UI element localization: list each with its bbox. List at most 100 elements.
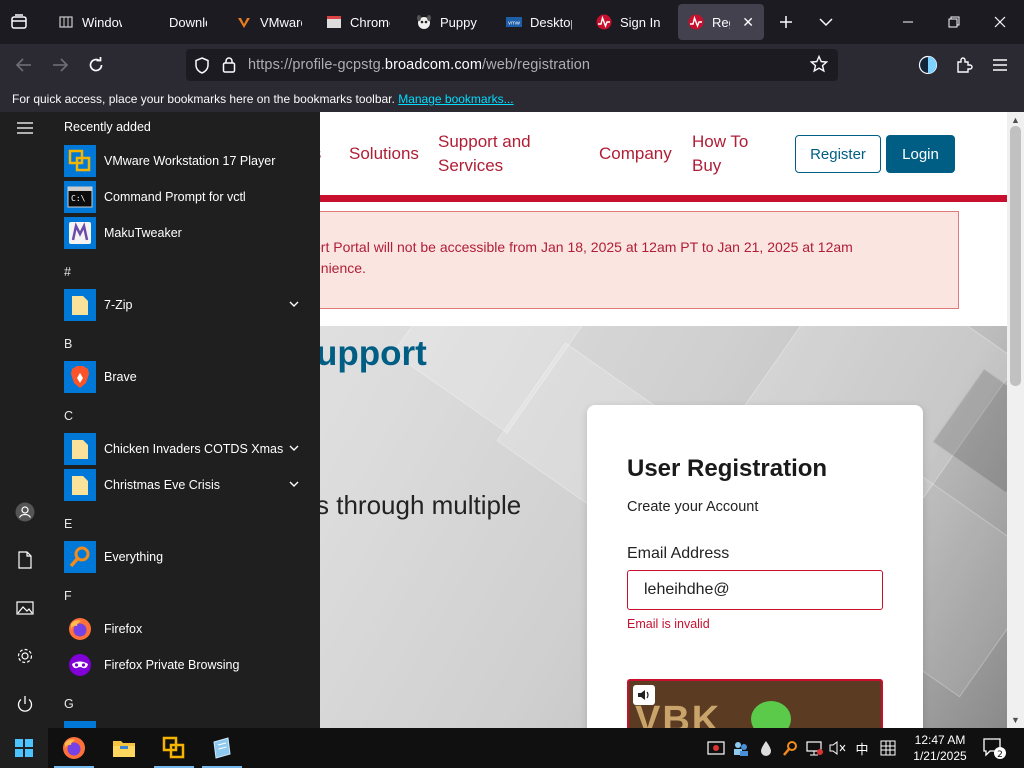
tab-puppy[interactable]: Puppy — [406, 4, 490, 40]
action-center-icon[interactable]: 2 — [982, 736, 1006, 760]
group-header-g[interactable]: G — [64, 697, 74, 711]
chevron-down-icon[interactable] — [288, 297, 302, 311]
back-icon[interactable] — [12, 53, 36, 77]
vmware-workstation-icon — [64, 145, 96, 177]
system-clock[interactable]: 12:47 AM 1/21/2025 — [908, 732, 972, 764]
user-account-icon[interactable] — [13, 500, 37, 524]
group-header-e[interactable]: E — [64, 517, 72, 531]
forward-icon[interactable] — [48, 53, 72, 77]
input-method-indicator[interactable]: 中 — [852, 738, 872, 758]
tab-windows[interactable]: Window — [48, 4, 132, 40]
everything-tray-icon[interactable] — [780, 738, 800, 758]
start-item-makutweaker[interactable]: MakuTweaker — [50, 215, 320, 251]
start-button[interactable] — [0, 728, 48, 768]
tab-title: Sign In — [620, 14, 661, 30]
tab-vmware[interactable]: VMware — [226, 4, 312, 40]
close-tab-icon[interactable]: ✕ — [742, 14, 754, 31]
expand-menu-icon[interactable] — [13, 116, 37, 140]
group-header-c[interactable]: C — [64, 409, 73, 423]
address-bar[interactable]: https://profile-gcpstg.broadcom.com/web/… — [186, 49, 838, 81]
security-tray-icon[interactable] — [706, 738, 726, 758]
extension-icon[interactable] — [916, 53, 940, 77]
volume-muted-icon[interactable] — [828, 738, 848, 758]
puppy-icon — [416, 14, 432, 30]
lock-icon[interactable] — [222, 56, 236, 78]
start-item-label: Firefox — [104, 622, 143, 636]
start-item-everything[interactable]: Everything — [50, 539, 320, 575]
scroll-up-icon[interactable]: ▲ — [1010, 115, 1021, 125]
start-item-command-prompt[interactable]: C:\ Command Prompt for vctl — [50, 179, 320, 215]
ime-mode-icon[interactable] — [878, 738, 898, 758]
hero-subtitle: s through multiple — [316, 490, 522, 520]
minimize-icon[interactable] — [896, 10, 920, 34]
new-tab-icon[interactable] — [774, 10, 798, 34]
drop-tray-icon[interactable] — [756, 738, 776, 758]
tab-title: Window — [82, 14, 122, 30]
folder-icon — [64, 433, 96, 465]
list-all-tabs-icon[interactable] — [814, 10, 838, 34]
tab-sign-in[interactable]: Sign In — [586, 4, 672, 40]
url-path: /web/registration — [482, 57, 591, 73]
notepad-icon — [213, 737, 231, 759]
tab-desktop[interactable]: vmw Desktop — [496, 4, 582, 40]
svg-text:C:\: C:\ — [71, 194, 86, 203]
windows-icon — [58, 14, 74, 30]
start-item-partial[interactable] — [50, 719, 320, 728]
group-header-f[interactable]: F — [64, 589, 72, 603]
shield-icon[interactable] — [194, 57, 210, 79]
taskbar-app[interactable] — [198, 728, 246, 768]
taskbar-vmware[interactable] — [150, 728, 198, 768]
start-item-label: 7-Zip — [104, 298, 133, 312]
chevron-down-icon[interactable] — [288, 477, 302, 491]
pictures-icon[interactable] — [13, 596, 37, 620]
extensions-puzzle-icon[interactable] — [952, 53, 976, 77]
restore-icon[interactable] — [942, 10, 966, 34]
tab-list-icon[interactable] — [10, 13, 28, 31]
start-item-firefox[interactable]: Firefox — [50, 611, 320, 647]
reload-icon[interactable] — [84, 53, 108, 77]
nav-support-services[interactable]: Support and Services — [438, 130, 531, 178]
email-field[interactable]: leheihdhe@ — [627, 570, 883, 610]
start-item-7zip[interactable]: 7-Zip — [50, 287, 320, 323]
start-item-firefox-private[interactable]: Firefox Private Browsing — [50, 647, 320, 683]
url-text[interactable]: https://profile-gcpstg.broadcom.com/web/… — [248, 57, 590, 73]
scroll-down-icon[interactable]: ▼ — [1010, 715, 1021, 725]
start-item-label: Firefox Private Browsing — [104, 658, 240, 672]
clock-date: 1/21/2025 — [913, 749, 967, 763]
group-header-hash[interactable]: # — [64, 265, 71, 279]
start-item-vmware-workstation[interactable]: VMware Workstation 17 Player — [50, 143, 320, 179]
start-item-brave[interactable]: Brave — [50, 359, 320, 395]
tab-chrome[interactable]: Chrome — [316, 4, 400, 40]
nav-company[interactable]: Company — [599, 142, 672, 166]
makutweaker-icon — [64, 217, 96, 249]
register-button[interactable]: Register — [795, 135, 881, 173]
chevron-down-icon[interactable] — [288, 441, 302, 455]
start-item-christmas-eve-crisis[interactable]: Christmas Eve Crisis — [50, 467, 320, 503]
nav-how-to-buy[interactable]: How To Buy — [692, 130, 748, 178]
close-window-icon[interactable] — [988, 10, 1012, 34]
power-icon[interactable] — [13, 692, 37, 716]
people-tray-icon[interactable] — [731, 738, 751, 758]
start-item-label: Brave — [104, 370, 137, 384]
tab-title: Downlo — [169, 14, 207, 30]
network-icon[interactable] — [804, 738, 824, 758]
documents-icon[interactable] — [13, 548, 37, 572]
captcha-audio-icon[interactable] — [633, 685, 655, 705]
taskbar-firefox[interactable] — [50, 728, 98, 768]
nav-solutions[interactable]: Solutions — [349, 142, 419, 166]
url-domain: broadcom.com — [384, 57, 483, 73]
tab-title: Chrome — [350, 14, 390, 30]
manage-bookmarks-link[interactable]: Manage bookmarks... — [398, 92, 513, 106]
login-button[interactable]: Login — [886, 135, 955, 173]
start-item-chicken-invaders[interactable]: Chicken Invaders COTDS Xmas — [50, 431, 320, 467]
group-header-b[interactable]: B — [64, 337, 72, 351]
bookmark-star-icon[interactable] — [809, 54, 829, 78]
taskbar-file-explorer[interactable] — [100, 728, 148, 768]
tab-bar: Window Downlo VMware Chrome Puppy vmw De… — [0, 0, 1024, 44]
scrollbar-thumb[interactable] — [1010, 126, 1021, 386]
tab-registration[interactable]: Regist ✕ — [678, 4, 764, 40]
tab-downloads[interactable]: Downlo — [135, 4, 217, 40]
settings-gear-icon[interactable] — [13, 644, 37, 668]
email-label: Email Address — [627, 545, 730, 562]
menu-hamburger-icon[interactable] — [988, 53, 1012, 77]
